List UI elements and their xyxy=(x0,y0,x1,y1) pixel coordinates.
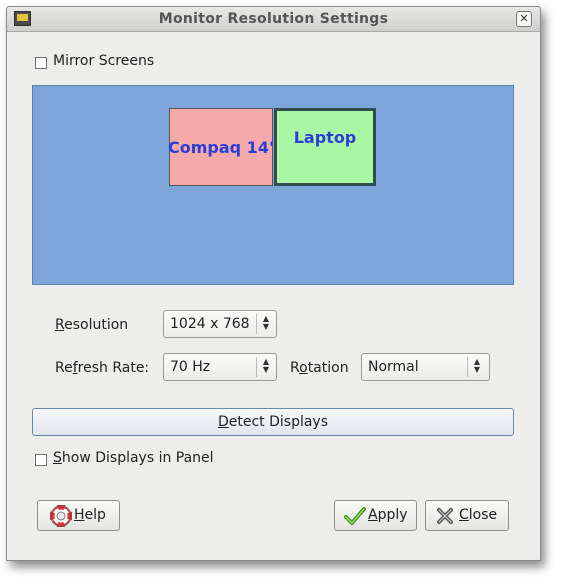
refresh-rate-label: Refresh Rate: xyxy=(55,360,150,376)
chevron-updown-icon: ▲ ▼ xyxy=(262,314,270,331)
refresh-rate-select[interactable]: 70 Hz ▲ ▼ xyxy=(163,353,277,381)
apply-label: Apply xyxy=(368,507,408,523)
help-label: Help xyxy=(74,507,106,523)
show-displays-in-panel-label[interactable]: Show Displays in Panel xyxy=(53,450,214,466)
resolution-label: Resolution xyxy=(55,317,129,333)
help-button[interactable]: Help xyxy=(37,500,120,531)
window-title: Monitor Resolution Settings xyxy=(158,11,389,27)
display-laptop[interactable]: Laptop xyxy=(274,108,376,186)
detect-displays-label: Detect Displays xyxy=(217,414,329,430)
rotation-label: Rotation xyxy=(290,360,349,376)
lifebuoy-icon xyxy=(50,505,72,527)
detect-displays-button[interactable]: Detect Displays xyxy=(32,408,514,436)
display-compaq-label: Compaq 14" xyxy=(168,138,278,157)
resolution-value: 1024 x 768 xyxy=(170,316,250,332)
mirror-screens-label[interactable]: Mirror Screens xyxy=(53,53,154,69)
window-close-button[interactable]: ✕ xyxy=(516,11,532,27)
display-compaq[interactable]: Compaq 14" xyxy=(168,108,277,186)
chevron-updown-icon: ▲ ▼ xyxy=(473,357,481,374)
resolution-select[interactable]: 1024 x 768 ▲ ▼ xyxy=(163,310,277,338)
title-bar[interactable]: Monitor Resolution Settings ✕ xyxy=(7,7,540,32)
chevron-updown-icon: ▲ ▼ xyxy=(262,357,270,374)
close-label: Close xyxy=(459,507,498,523)
checkmark-icon xyxy=(344,507,366,525)
apply-button[interactable]: Apply xyxy=(334,500,417,531)
refresh-rate-value: 70 Hz xyxy=(170,359,211,375)
display-arrangement-area[interactable]: Compaq 14" Laptop xyxy=(32,85,514,285)
close-button[interactable]: Close xyxy=(425,500,509,531)
close-x-icon xyxy=(437,508,453,524)
mirror-screens-checkbox[interactable] xyxy=(35,57,47,69)
monitor-settings-window: Monitor Resolution Settings ✕ Mirror Scr… xyxy=(6,6,541,561)
show-displays-in-panel-checkbox[interactable] xyxy=(35,454,47,466)
display-laptop-label: Laptop xyxy=(293,128,357,147)
rotation-select[interactable]: Normal ▲ ▼ xyxy=(361,353,490,381)
rotation-value: Normal xyxy=(368,359,419,375)
